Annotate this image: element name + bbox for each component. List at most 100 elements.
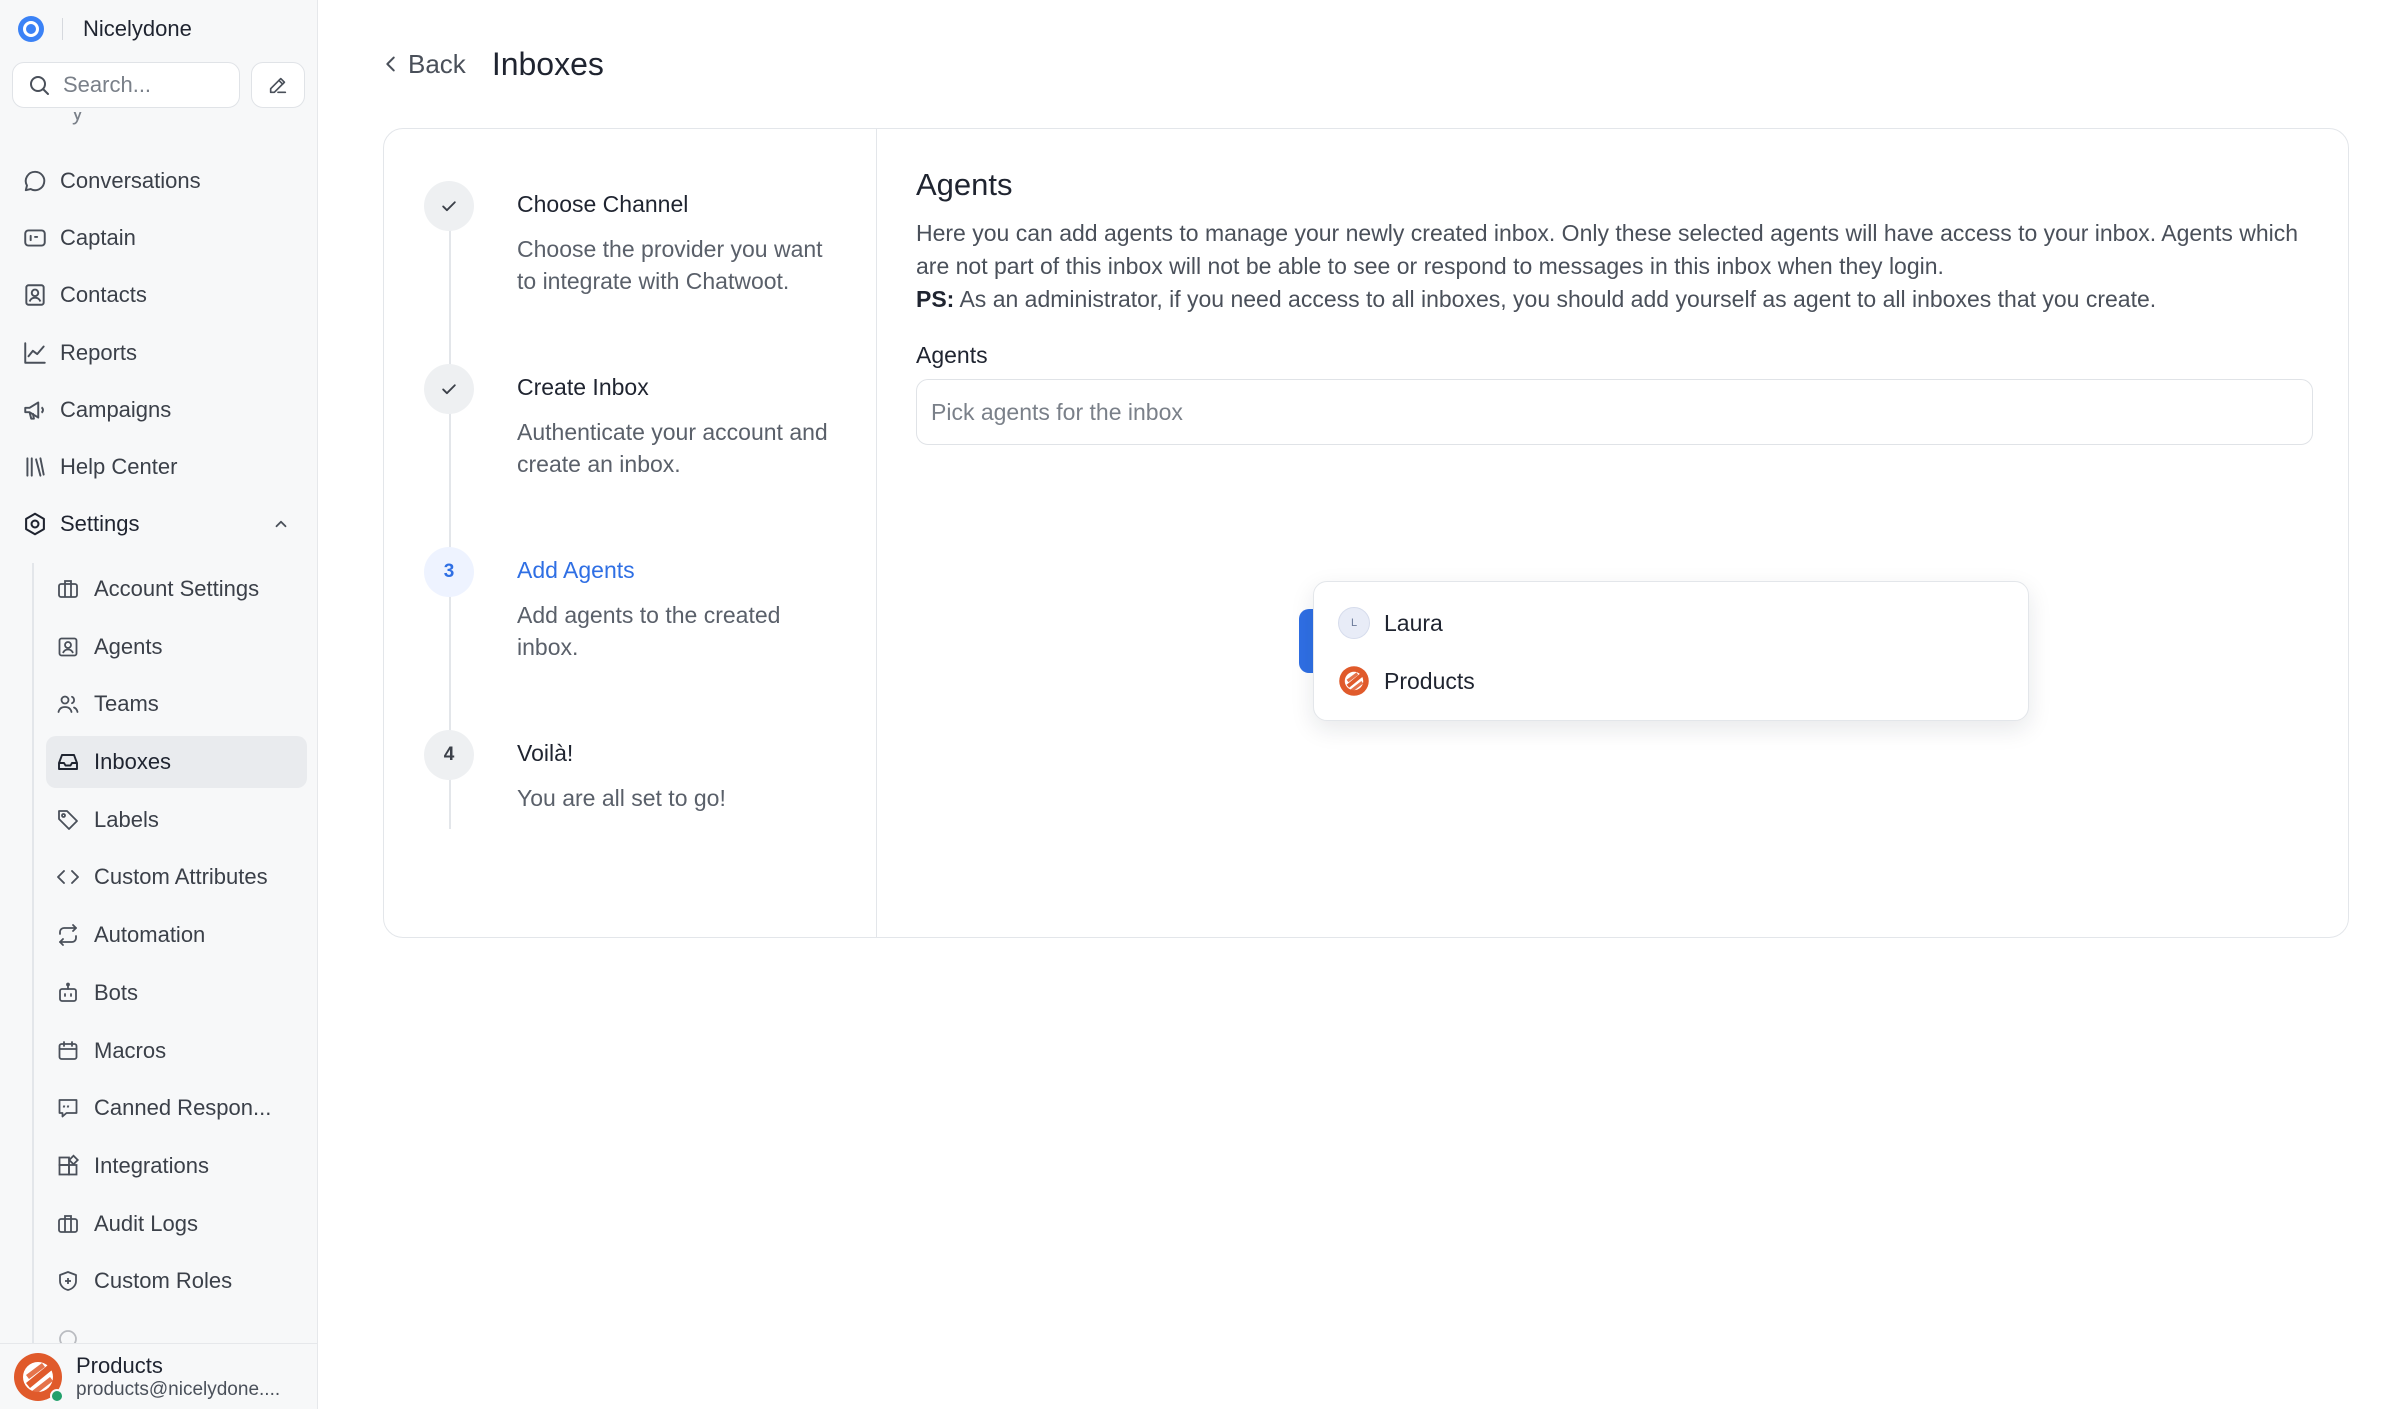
step-title: Voilà! (517, 740, 574, 766)
page-title: Inboxes (491, 45, 604, 82)
sidebar-item-canned-responses[interactable]: Canned Respon... (46, 1082, 307, 1134)
tag-icon (58, 809, 78, 830)
user-square-icon (58, 637, 78, 657)
sidebar: Nicelydone y Conversations Captain Conta… (0, 0, 318, 1409)
chevron-up-icon[interactable] (272, 515, 290, 533)
online-status-indicator (50, 1388, 64, 1403)
sidebar-item-label: Reports (60, 339, 138, 365)
sidebar-item-label: Bots (94, 979, 139, 1005)
ps-text: As an administrator, if you need access … (954, 286, 2157, 312)
step-title: Create Inbox (517, 374, 649, 400)
sidebar-item-label: Help Center (60, 453, 178, 479)
sidebar-item-conversations[interactable]: Conversations (14, 155, 304, 207)
products-logo-icon (1339, 666, 1369, 696)
current-user-profile[interactable]: Products products@nicelydone.... (0, 1343, 317, 1409)
sidebar-item-label: Campaigns (60, 396, 172, 422)
canned-message-icon (58, 1099, 78, 1118)
step-complete-indicator (424, 181, 474, 231)
step-description: Add agents to the created inbox. (517, 602, 781, 660)
pencil-edit-icon (269, 77, 287, 94)
sidebar-item-campaigns[interactable]: Campaigns (14, 384, 304, 436)
agent-option-products[interactable]: Products (1314, 652, 2028, 710)
sidebar-item-partially-hidden[interactable] (46, 1313, 307, 1343)
sidebar-item-bots[interactable]: Bots (46, 967, 307, 1019)
sidebar-item-label: Custom Attributes (94, 864, 268, 890)
compose-button[interactable] (251, 62, 305, 108)
primary-nav: Conversations Captain Contacts Reports C… (14, 155, 304, 555)
sidebar-item-label: Agents (94, 633, 163, 659)
sidebar-item-teams[interactable]: Teams (46, 678, 307, 730)
avatar (12, 1351, 64, 1403)
checkmark-icon (442, 201, 456, 212)
circle-icon (59, 1330, 77, 1343)
sidebar-item-labels[interactable]: Labels (46, 794, 307, 846)
sidebar-item-captain[interactable]: Captain (14, 212, 304, 264)
shield-icon (59, 1271, 77, 1292)
back-button[interactable]: Back (380, 49, 466, 80)
captain-icon (24, 229, 46, 247)
search-icon (30, 76, 49, 95)
sidebar-item-label: Audit Logs (94, 1210, 198, 1236)
chevron-left-icon (386, 56, 395, 72)
sidebar-item-label: Settings (60, 511, 140, 537)
ps-label: PS: (916, 286, 955, 312)
back-label: Back (408, 48, 466, 79)
sidebar-item-label: Inboxes (94, 749, 172, 775)
profile-email: products@nicelydone.... (76, 1378, 281, 1400)
scrolled-nav-item-fragment: y (72, 112, 83, 125)
step-number: 4 (424, 730, 474, 780)
agent-option-label: Products (1384, 667, 1475, 694)
wizard-steps: Choose Channel Choose the provider you w… (384, 129, 877, 937)
profile-text: Products products@nicelydone.... (76, 1353, 280, 1401)
step-complete-indicator (424, 364, 474, 414)
sidebar-item-label: Canned Respon... (94, 1095, 272, 1121)
sidebar-item-reports[interactable]: Reports (14, 327, 304, 379)
sidebar-item-agents[interactable]: Agents (46, 621, 307, 673)
section-description-text: Here you can add agents to manage your n… (916, 220, 2299, 279)
sidebar-item-label: Account Settings (94, 576, 260, 601)
library-icon (26, 457, 45, 477)
agents-picker-input[interactable] (931, 398, 2231, 426)
sidebar-item-custom-roles[interactable]: Custom Roles (46, 1255, 307, 1307)
section-title: Agents (916, 167, 1013, 202)
code-icon (57, 870, 79, 885)
sidebar-item-label: Integrations (94, 1152, 209, 1178)
agents-form: Agents Here you can add agents to manage… (916, 167, 2316, 445)
step-number: 3 (424, 547, 474, 597)
search-box[interactable] (12, 62, 240, 108)
repeat-icon (59, 924, 77, 947)
sidebar-item-custom-attributes[interactable]: Custom Attributes (46, 851, 307, 903)
agents-field-label: Agents (916, 342, 988, 368)
sidebar-item-audit-logs[interactable]: Audit Logs (46, 1198, 307, 1250)
step-title: Add Agents (517, 557, 635, 583)
sidebar-item-label: Contacts (60, 282, 147, 308)
sidebar-item-label: Captain (60, 225, 136, 251)
sidebar-item-label: Automation (94, 922, 206, 948)
sidebar-item-settings[interactable]: Settings (14, 498, 304, 550)
sidebar-item-help-center[interactable]: Help Center (14, 441, 304, 493)
sidebar-item-account-settings[interactable]: Account Settings (46, 563, 307, 615)
sidebar-item-label: Custom Roles (94, 1268, 233, 1294)
search-input[interactable] (63, 72, 223, 98)
sidebar-item-inboxes[interactable]: Inboxes (46, 736, 307, 789)
megaphone-icon (24, 401, 44, 420)
avatar: L (1338, 607, 1370, 639)
users-icon (57, 695, 79, 714)
sidebar-item-integrations[interactable]: Integrations (46, 1140, 307, 1192)
chat-bubble-icon (24, 170, 46, 192)
calendar-icon (58, 1040, 78, 1060)
contacts-icon (25, 284, 45, 307)
section-description: Here you can add agents to manage your n… (916, 217, 2316, 316)
agents-multiselect[interactable] (916, 379, 2313, 445)
brand[interactable]: Nicelydone (18, 14, 192, 44)
sidebar-item-macros[interactable]: Macros (46, 1025, 307, 1077)
agent-option-laura[interactable]: L Laura (1314, 594, 2028, 652)
step-description: You are all set to go! (517, 785, 726, 811)
step-description: Choose the provider you want to integrat… (517, 236, 823, 294)
inbox-icon (58, 754, 78, 771)
sidebar-item-contacts[interactable]: Contacts (14, 269, 304, 321)
sidebar-item-label: Macros (94, 1037, 167, 1063)
brand-logo-icon (18, 16, 44, 42)
sidebar-item-label: Conversations (60, 168, 201, 193)
sidebar-item-automation[interactable]: Automation (46, 909, 307, 961)
